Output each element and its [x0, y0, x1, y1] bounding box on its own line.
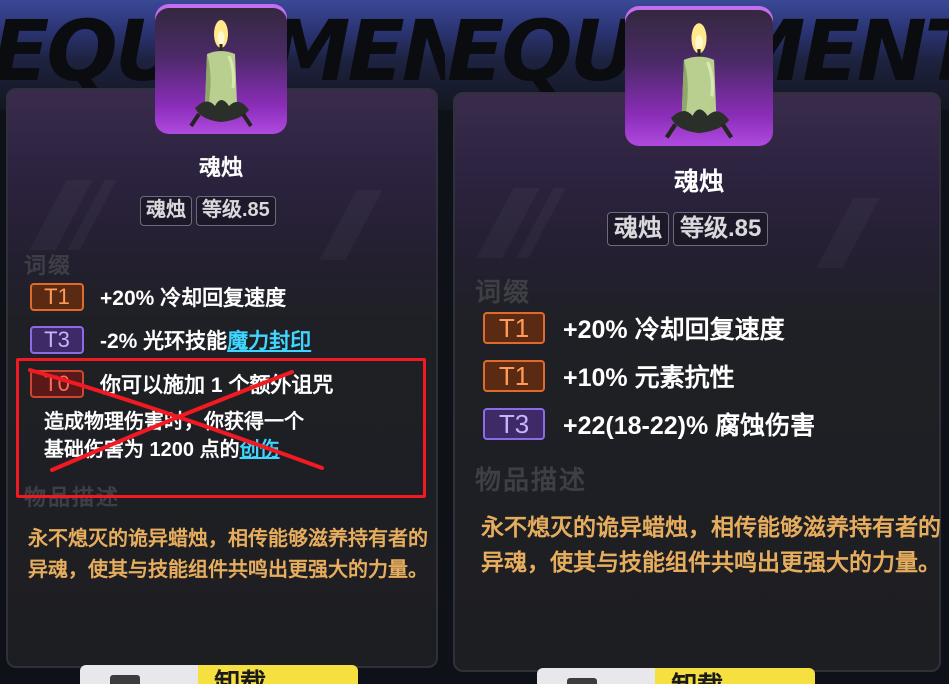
item-description: 永不熄灭的诡异蜡烛，相传能够滋养持有者的异魂，使其与技能组件共鸣出更强大的力量。	[481, 514, 941, 575]
candle-icon	[189, 20, 253, 128]
affix-row: T0 你可以施加 1 个额外诅咒	[30, 369, 333, 399]
affix-row: T3 -2% 光环技能 魔力封印	[30, 325, 311, 355]
affix-text: +10% 元素抗性	[563, 364, 735, 392]
affix-text: 你可以施加 1 个额外诅咒	[100, 374, 334, 397]
candle-icon	[664, 23, 734, 139]
affix-row: T1 +20% 冷却回复速度	[30, 282, 286, 312]
affix-detail-line: 基础伤害为 1200 点的创伤	[44, 439, 280, 461]
tier-badge: T3	[483, 408, 545, 440]
tier-badge: T3	[30, 326, 84, 354]
affix-row: T1 +20% 冷却回复速度	[483, 310, 785, 346]
left-panel: EQUIPMENT 魂烛 魂烛 等级.85 词缀 T1 +20% 冷却回复速度 …	[0, 0, 445, 684]
item-type-tag: 魂烛	[140, 196, 192, 226]
keyword-link[interactable]: 魔力封印	[227, 325, 311, 355]
affix-section-heading: 词缀	[24, 253, 73, 278]
item-title: 魂烛	[673, 168, 724, 196]
item-tags: 魂烛 等级.85	[140, 196, 276, 226]
decor-stripe	[816, 198, 879, 268]
affix-text: +20% 冷却回复速度	[100, 287, 287, 310]
item-icon-frame[interactable]	[625, 6, 773, 146]
action-buttons: 卸载	[537, 668, 815, 684]
item-icon-frame[interactable]	[155, 4, 287, 134]
item-title: 魂烛	[198, 155, 243, 180]
tier-badge: T1	[30, 283, 84, 311]
inspect-icon	[567, 678, 597, 684]
tier-badge: T1	[483, 312, 545, 344]
item-level-tag: 等级.85	[196, 196, 276, 226]
affix-text: +22(18-22)% 腐蚀伤害	[563, 412, 816, 440]
item-type-tag: 魂烛	[607, 212, 669, 246]
description-section-heading: 物品描述	[475, 465, 588, 495]
inspect-button[interactable]	[537, 668, 655, 684]
affix-detail-line: 造成物理伤害时，你获得一个	[44, 411, 304, 433]
affix-section-heading: 词缀	[475, 277, 532, 307]
affix-detail: 造成物理伤害时，你获得一个 基础伤害为 1200 点的创伤	[44, 408, 384, 464]
description-section-heading: 物品描述	[24, 485, 121, 510]
unequip-button[interactable]: 卸载	[655, 668, 815, 684]
right-panel: EQUIPMENT 魂烛 魂烛 等级.85 词缀 T1 +20% 冷却回复速度 …	[445, 0, 949, 684]
item-tags: 魂烛 等级.85	[607, 212, 769, 246]
action-buttons: 卸载	[80, 665, 358, 684]
item-level-tag: 等级.85	[673, 212, 769, 246]
tier-badge: T0	[30, 370, 84, 398]
decor-stripe	[319, 190, 382, 260]
affix-text: -2% 光环技能	[100, 330, 228, 353]
inspect-icon	[110, 675, 140, 684]
inspect-button[interactable]	[80, 665, 198, 684]
tier-badge: T1	[483, 360, 545, 392]
affix-row: T1 +10% 元素抗性	[483, 358, 735, 394]
affix-row: T3 +22(18-22)% 腐蚀伤害	[483, 406, 815, 442]
keyword-link[interactable]: 创伤	[240, 439, 280, 461]
item-description: 永不熄灭的诡异蜡烛，相传能够滋养持有者的异魂，使其与技能组件共鸣出更强大的力量。	[28, 528, 428, 581]
affix-text: +20% 冷却回复速度	[563, 316, 785, 344]
unequip-button[interactable]: 卸载	[198, 665, 358, 684]
